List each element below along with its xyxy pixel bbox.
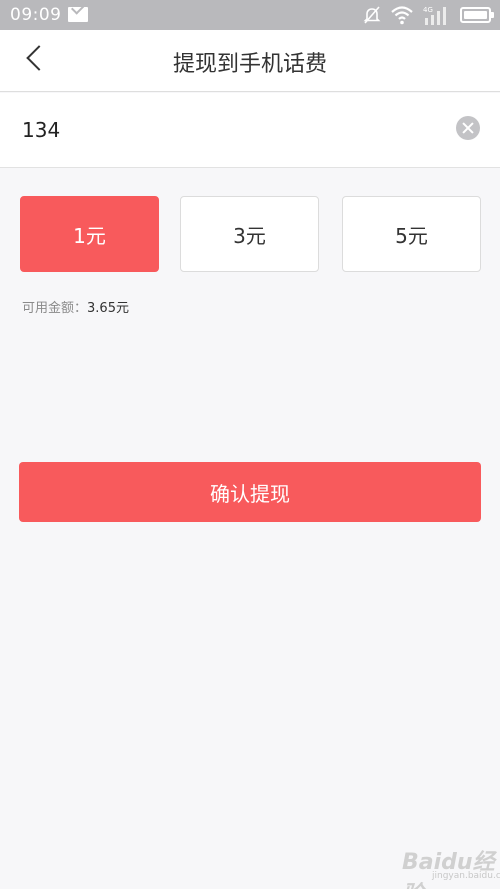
wifi-icon bbox=[391, 6, 413, 25]
phone-number-input[interactable] bbox=[22, 113, 422, 147]
battery-icon bbox=[460, 7, 494, 23]
network-type-label: 4G bbox=[423, 6, 433, 14]
amount-option-1[interactable]: 1元 bbox=[20, 196, 159, 272]
title-bar: 提现到手机话费 bbox=[0, 30, 500, 92]
watermark-url: jingyan.baidu.com bbox=[432, 871, 500, 881]
signal-icon: 4G bbox=[423, 6, 446, 25]
mute-icon bbox=[363, 6, 381, 24]
balance-label: 可用金额： bbox=[22, 301, 88, 316]
clear-input-icon[interactable] bbox=[456, 116, 480, 140]
phone-input-row bbox=[0, 93, 500, 168]
confirm-withdraw-button[interactable]: 确认提现 bbox=[19, 462, 481, 522]
mail-icon bbox=[68, 7, 88, 22]
page-title: 提现到手机话费 bbox=[172, 52, 327, 77]
balance-value: 3.65元 bbox=[87, 301, 129, 316]
baidu-jingyan-watermark: Baidu经验 jingyan.baidu.com bbox=[380, 838, 500, 889]
amount-option-5[interactable]: 5元 bbox=[342, 196, 481, 272]
watermark-brand: Baidu经验 bbox=[402, 850, 495, 889]
available-balance: 可用金额：3.65元 bbox=[22, 297, 129, 316]
status-bar: 09:09 4G bbox=[0, 0, 500, 30]
status-time: 09:09 bbox=[10, 5, 62, 25]
amount-option-3[interactable]: 3元 bbox=[180, 196, 319, 272]
